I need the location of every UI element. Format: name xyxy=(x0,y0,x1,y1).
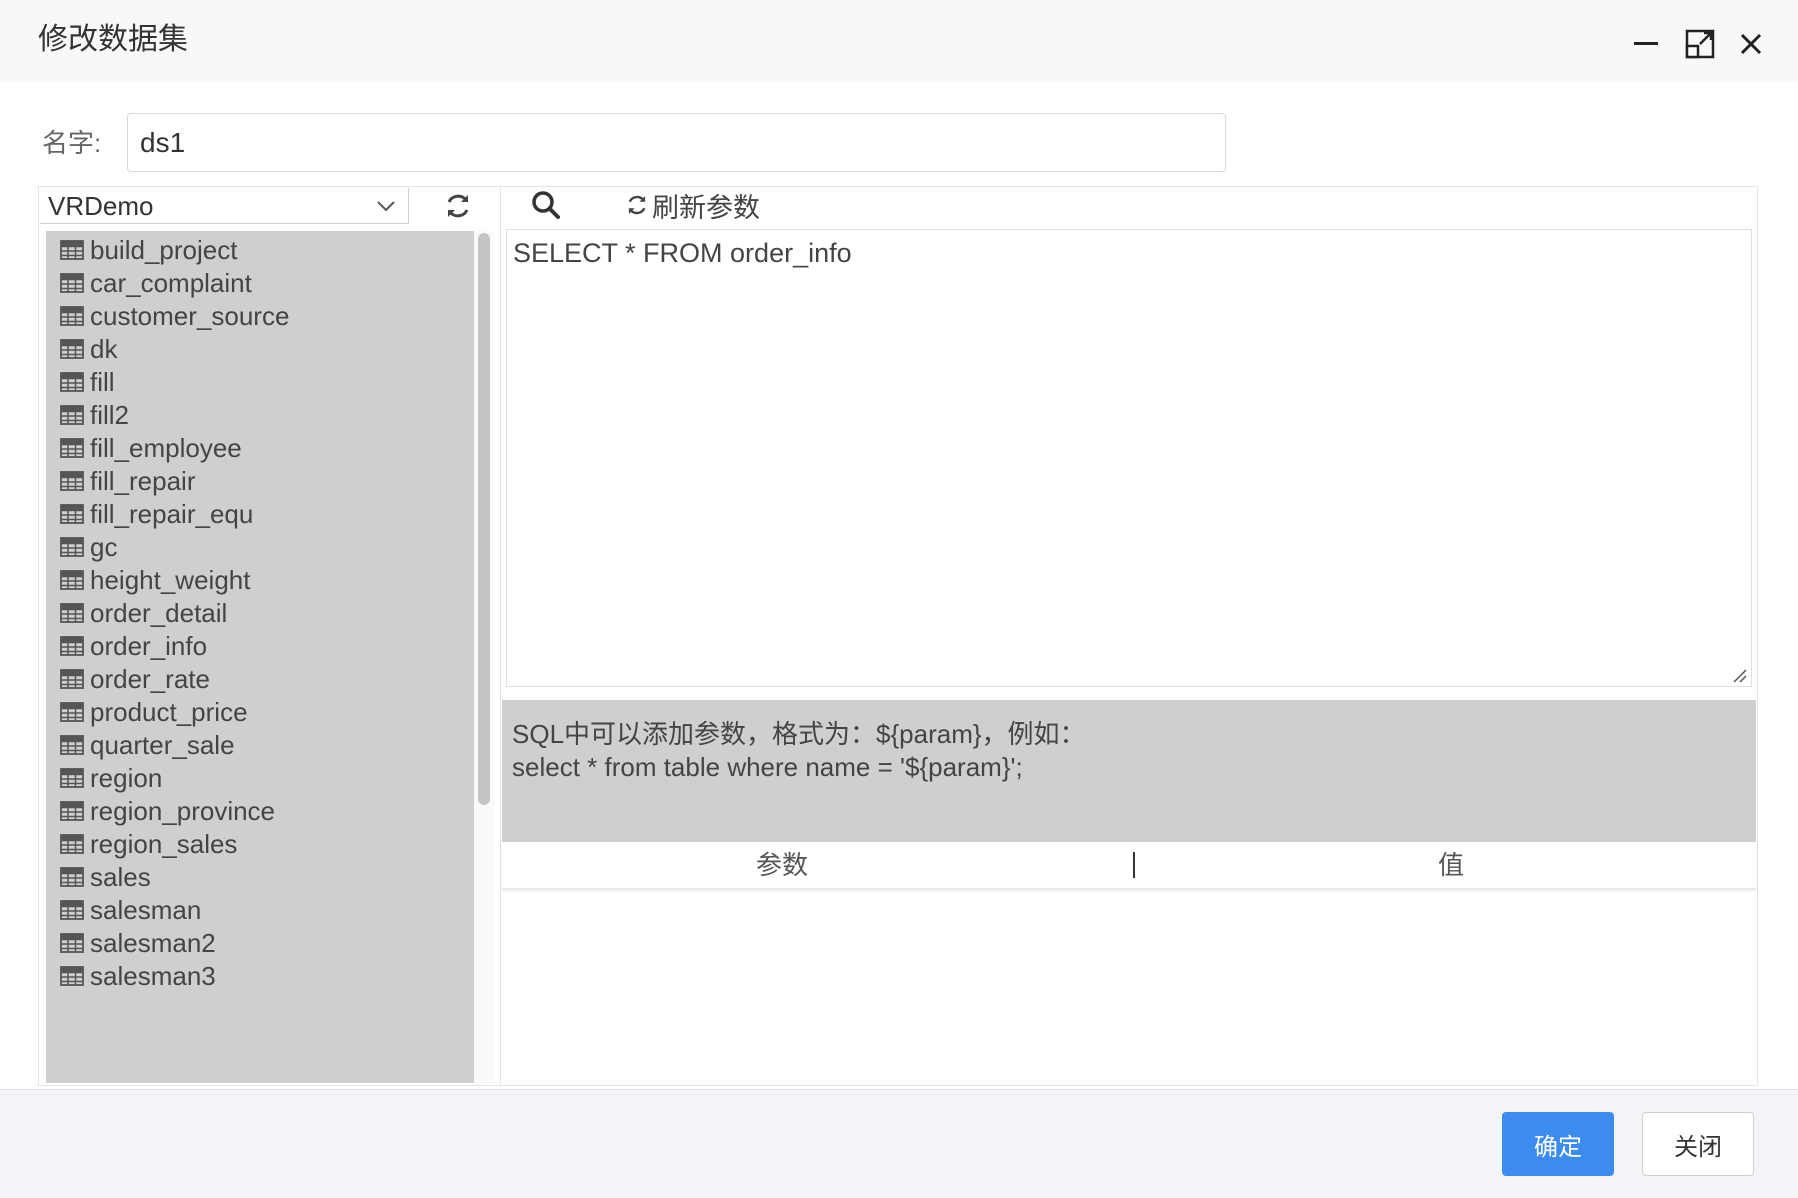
table-item-label: fill_repair_equ xyxy=(90,499,253,530)
table-item-label: car_complaint xyxy=(90,268,252,299)
table-item-label: fill_repair xyxy=(90,466,196,497)
table-icon xyxy=(60,702,84,722)
table-item-label: order_detail xyxy=(90,598,227,629)
name-input[interactable] xyxy=(127,113,1226,172)
table-icon xyxy=(60,603,84,623)
table-item[interactable]: quarter_sale xyxy=(60,728,235,762)
chevron-down-icon xyxy=(374,194,398,218)
table-item[interactable]: height_weight xyxy=(60,563,250,597)
table-icon xyxy=(60,306,84,326)
table-item-label: dk xyxy=(90,334,117,365)
table-item[interactable]: sales xyxy=(60,860,151,894)
close-icon[interactable] xyxy=(1731,24,1771,64)
confirm-button[interactable]: 确定 xyxy=(1502,1112,1614,1176)
datasource-select[interactable]: VRDemo xyxy=(40,188,409,224)
table-item[interactable]: region xyxy=(60,761,162,795)
table-icon xyxy=(60,405,84,425)
table-item[interactable]: region_sales xyxy=(60,827,237,861)
table-icon xyxy=(60,570,84,590)
table-icon xyxy=(60,834,84,854)
minimize-icon[interactable] xyxy=(1626,24,1666,64)
table-item[interactable]: fill2 xyxy=(60,398,129,432)
dialog-title: 修改数据集 xyxy=(38,20,188,60)
table-item[interactable]: fill_employee xyxy=(60,431,242,465)
table-icon xyxy=(60,504,84,524)
refresh-params-button[interactable]: 刷新参数 xyxy=(624,188,760,222)
table-item[interactable]: gc xyxy=(60,530,117,564)
table-icon xyxy=(60,735,84,755)
table-item-label: sales xyxy=(90,862,151,893)
dialog-titlebar: 修改数据集 xyxy=(0,0,1798,82)
table-icon xyxy=(60,537,84,557)
value-column-header: 值 xyxy=(1438,850,1464,880)
param-table-header: 参数 值 xyxy=(502,842,1756,889)
datasource-select-value: VRDemo xyxy=(48,191,153,221)
datasource-refresh-icon[interactable] xyxy=(442,190,474,222)
table-icon xyxy=(60,669,84,689)
param-column-header: 参数 xyxy=(756,850,808,880)
table-icon xyxy=(60,801,84,821)
table-item[interactable]: car_complaint xyxy=(60,266,252,300)
name-label: 名字: xyxy=(42,126,101,160)
table-item-label: fill2 xyxy=(90,400,129,431)
table-icon xyxy=(60,768,84,788)
table-item[interactable]: salesman3 xyxy=(60,959,216,993)
hint-line-1: SQL中可以添加参数，格式为：${param}，例如： xyxy=(512,714,1086,751)
table-icon xyxy=(60,240,84,260)
table-item[interactable]: salesman2 xyxy=(60,926,216,960)
resize-grip-icon[interactable] xyxy=(1732,668,1748,684)
table-item-label: quarter_sale xyxy=(90,730,235,761)
table-icon xyxy=(60,636,84,656)
table-item-label: build_project xyxy=(90,235,237,266)
table-item-label: product_price xyxy=(90,697,248,728)
close-button[interactable]: 关闭 xyxy=(1642,1112,1754,1176)
table-list-scroll-thumb[interactable] xyxy=(478,233,490,805)
sql-editor[interactable] xyxy=(506,229,1752,687)
table-item-label: gc xyxy=(90,532,117,563)
table-item-label: customer_source xyxy=(90,301,289,332)
table-item[interactable]: order_rate xyxy=(60,662,210,696)
maximize-icon[interactable] xyxy=(1680,24,1720,64)
table-item[interactable]: fill_repair_equ xyxy=(60,497,253,531)
table-icon xyxy=(60,273,84,293)
table-item[interactable]: customer_source xyxy=(60,299,289,333)
table-icon xyxy=(60,372,84,392)
table-item-label: fill_employee xyxy=(90,433,242,464)
table-icon xyxy=(60,900,84,920)
table-icon xyxy=(60,471,84,491)
table-item-label: region_sales xyxy=(90,829,237,860)
table-list-scrollbar[interactable] xyxy=(474,231,494,1083)
hint-line-2: select * from table where name = '${para… xyxy=(512,752,1023,783)
table-item-label: salesman3 xyxy=(90,961,216,992)
refresh-icon xyxy=(624,192,650,218)
table-item[interactable]: fill_repair xyxy=(60,464,196,498)
table-item[interactable]: region_province xyxy=(60,794,275,828)
table-icon xyxy=(60,933,84,953)
table-item-label: region_province xyxy=(90,796,275,827)
table-item-label: salesman xyxy=(90,895,201,926)
search-icon[interactable] xyxy=(529,188,563,222)
refresh-params-label: 刷新参数 xyxy=(652,186,760,225)
table-item-label: region xyxy=(90,763,162,794)
table-item-label: order_info xyxy=(90,631,207,662)
table-icon xyxy=(60,339,84,359)
table-icon xyxy=(60,867,84,887)
sql-param-hint: SQL中可以添加参数，格式为：${param}，例如： select * fro… xyxy=(502,700,1756,842)
table-list[interactable]: build_project car_complaint customer_sou… xyxy=(46,231,474,1083)
table-item[interactable]: build_project xyxy=(60,233,237,267)
table-item-label: fill xyxy=(90,367,115,398)
table-item[interactable]: order_detail xyxy=(60,596,227,630)
table-item[interactable]: salesman xyxy=(60,893,201,927)
table-item[interactable]: dk xyxy=(60,332,117,366)
table-icon xyxy=(60,966,84,986)
table-item-label: order_rate xyxy=(90,664,210,695)
table-item-label: salesman2 xyxy=(90,928,216,959)
table-item[interactable]: order_info xyxy=(60,629,207,663)
table-icon xyxy=(60,438,84,458)
table-item-label: height_weight xyxy=(90,565,250,596)
table-item[interactable]: fill xyxy=(60,365,115,399)
column-resize-divider[interactable] xyxy=(1133,852,1135,878)
table-item[interactable]: product_price xyxy=(60,695,248,729)
